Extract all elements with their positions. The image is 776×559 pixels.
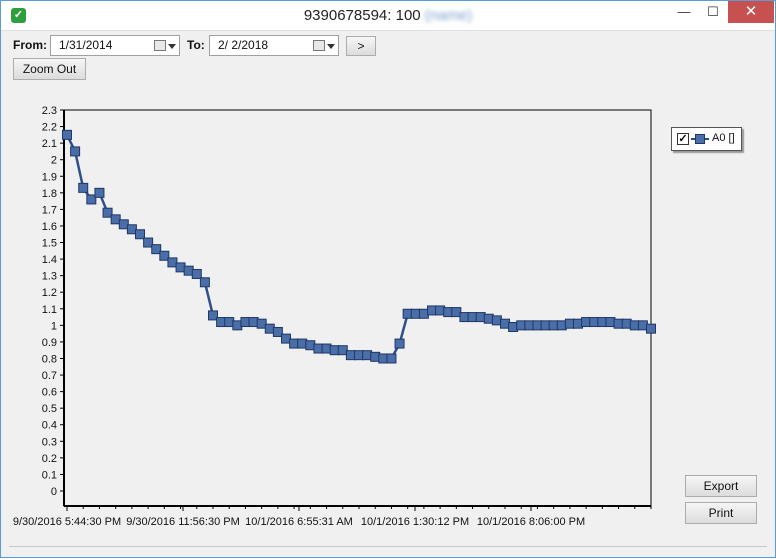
y-tick-label: 0.4 bbox=[42, 420, 57, 432]
x-tick-label: 10/1/2016 1:30:12 PM bbox=[361, 516, 469, 528]
x-tick-label: 10/1/2016 6:55:31 AM bbox=[245, 516, 353, 528]
y-tick-label: 1.5 bbox=[42, 238, 57, 250]
app-window: ✓ 9390678594: 100 (name) — ☐ ✕ From: 1/31… bbox=[0, 0, 776, 558]
data-point bbox=[70, 146, 81, 157]
data-point bbox=[191, 268, 202, 279]
data-point bbox=[394, 338, 405, 349]
y-tick-label: 1.1 bbox=[42, 304, 57, 316]
y-tick-label: 1.6 bbox=[42, 221, 57, 233]
data-point bbox=[646, 323, 656, 334]
y-tick-label: 1 bbox=[51, 320, 57, 332]
data-point bbox=[78, 182, 89, 193]
export-button[interactable]: Export bbox=[685, 475, 757, 497]
legend: ✓ A0 [] bbox=[671, 127, 742, 151]
y-tick-label: 1.3 bbox=[42, 271, 57, 283]
data-point bbox=[199, 277, 210, 288]
data-point bbox=[135, 229, 145, 240]
y-tick-label: 1.2 bbox=[42, 287, 57, 299]
y-tick-label: 0.2 bbox=[42, 453, 57, 465]
legend-checkbox[interactable]: ✓ bbox=[677, 133, 689, 145]
x-tick-label: 10/1/2016 8:06:00 PM bbox=[477, 516, 585, 528]
y-tick-label: 1.8 bbox=[42, 188, 57, 200]
y-tick-label: 0.5 bbox=[42, 403, 57, 415]
y-tick-label: 1.4 bbox=[42, 254, 57, 266]
x-tick-label: 9/30/2016 11:56:30 PM bbox=[126, 516, 240, 528]
y-tick-label: 1.7 bbox=[42, 204, 57, 216]
y-tick-label: 2 bbox=[51, 155, 57, 167]
y-ticks: 0 0.1 0.2 0.3 0.4 0.5 0.6 0.7 0.8 0.9 1 1.1 1.2 1.3 1.… bbox=[42, 105, 64, 498]
data-point bbox=[386, 353, 397, 364]
y-tick-label: 2.2 bbox=[42, 122, 57, 134]
y-tick-label: 0.1 bbox=[42, 469, 57, 481]
legend-marker-swatch bbox=[695, 134, 705, 144]
y-tick-label: 0.7 bbox=[42, 370, 57, 382]
x-tick-label: 9/30/2016 5:44:30 PM bbox=[13, 516, 121, 528]
y-tick-label: 1.9 bbox=[42, 171, 57, 183]
y-tick-label: 0.8 bbox=[42, 353, 57, 365]
x-ticks: 9/30/2016 5:44:30 PM 9/30/2016 11:56:30 P… bbox=[13, 506, 652, 528]
y-tick-label: 0.3 bbox=[42, 436, 57, 448]
y-tick-label: 0.6 bbox=[42, 387, 57, 399]
data-point bbox=[94, 187, 105, 198]
legend-series-name: A0 [] bbox=[712, 132, 735, 144]
bottom-divider bbox=[9, 546, 767, 549]
chart-canvas: 0 0.1 0.2 0.3 0.4 0.5 0.6 0.7 0.8 0.9 1 1.1 1.2 1.3 1.… bbox=[13, 105, 656, 528]
y-tick-label: 0 bbox=[51, 486, 57, 498]
print-button[interactable]: Print bbox=[685, 502, 757, 524]
data-point bbox=[62, 129, 72, 140]
y-tick-label: 2.1 bbox=[42, 138, 57, 150]
y-tick-label: 0.9 bbox=[42, 337, 57, 349]
plot-area bbox=[63, 109, 652, 507]
y-tick-label: 2.3 bbox=[42, 105, 57, 117]
